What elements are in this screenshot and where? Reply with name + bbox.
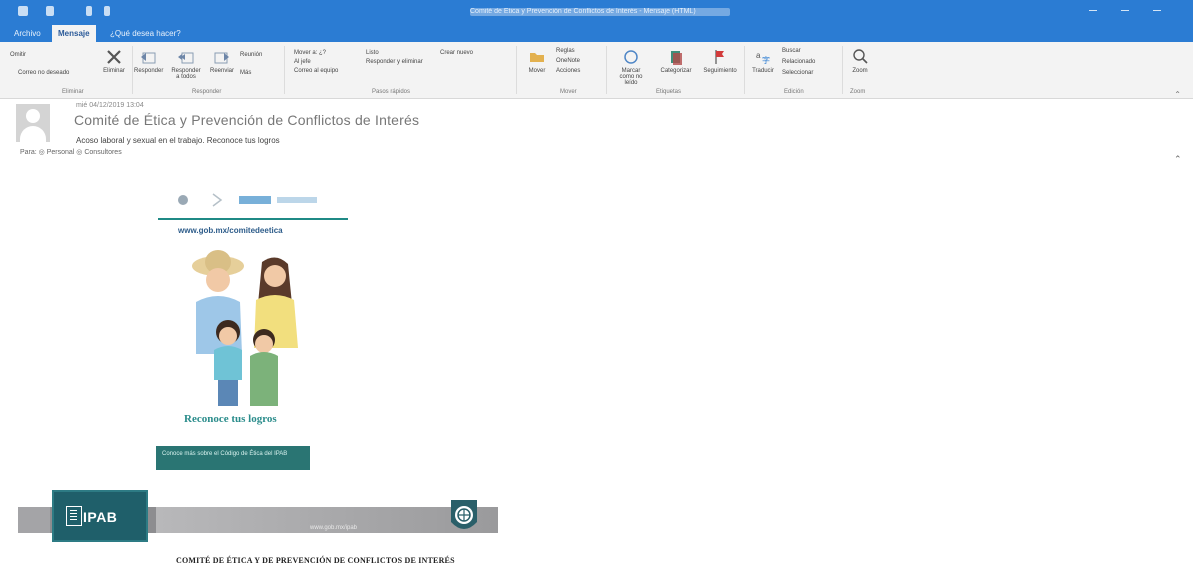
tab-message[interactable]: Mensaje (52, 25, 96, 42)
group-separator (606, 46, 607, 94)
message-date: mié 04/12/2019 13:04 (76, 102, 144, 109)
move-label: Mover (528, 68, 546, 74)
delete-button[interactable]: Eliminar (98, 48, 130, 74)
reply-icon (139, 48, 157, 66)
group-label-respond: Responder (192, 89, 222, 95)
more-commands-icon[interactable] (104, 6, 110, 16)
family-illustration (180, 244, 310, 410)
group-separator (842, 46, 843, 94)
categorize-button[interactable]: Categorizar (656, 48, 696, 74)
envelope-icon (622, 48, 640, 66)
forward-label: Reenviar (209, 68, 234, 74)
quick-step-4[interactable]: Listo (366, 50, 379, 57)
categorize-icon (667, 48, 685, 66)
quick-step-3[interactable]: Correo al equipo (294, 68, 338, 75)
group-separator (744, 46, 745, 94)
group-label-editing: Edición (784, 89, 804, 95)
quick-step-1[interactable]: Mover a: ¿? (294, 50, 326, 57)
quick-step-2[interactable]: Al jefe (294, 59, 311, 66)
meeting-button[interactable]: Reunión (240, 52, 262, 59)
ethics-shield-icon (447, 498, 481, 536)
group-separator (516, 46, 517, 94)
ipab-building-icon (66, 506, 82, 526)
group-separator (284, 46, 285, 94)
code-of-ethics-button[interactable]: Conoce más sobre el Código de Ética del … (156, 446, 310, 470)
junk-button[interactable]: Correo no deseado (18, 70, 69, 77)
window-title: Comité de Ética y Prevención de Conflict… (470, 8, 730, 16)
ribbon: Omitir Correo no deseado Eliminar Elimin… (0, 42, 1193, 99)
zoom-label: Zoom (852, 68, 868, 74)
rules-button[interactable]: Reglas (556, 48, 575, 55)
reply-label: Responder (134, 68, 164, 74)
onenote-button[interactable]: OneNote (556, 58, 580, 65)
quick-step-6[interactable]: Crear nuevo (440, 50, 473, 57)
tab-file[interactable]: Archivo (8, 25, 47, 42)
categorize-label: Categorizar (660, 68, 692, 74)
reply-all-button[interactable]: Responder a todos (170, 48, 202, 80)
ignore-button[interactable]: Omitir (10, 52, 26, 59)
slogan: Reconoce tus logros (184, 413, 277, 425)
group-separator (132, 46, 133, 94)
reply-all-label: Responder a todos (171, 68, 201, 80)
collapse-ribbon-icon[interactable]: ⌃ (1174, 90, 1181, 99)
ipab-logo-text: IPAB (83, 509, 118, 525)
close-button[interactable] (1150, 6, 1164, 14)
find-button[interactable]: Buscar (782, 48, 801, 55)
svg-text:a: a (756, 51, 761, 60)
delete-icon (105, 48, 123, 66)
flag-icon (711, 48, 729, 66)
reply-button[interactable]: Responder (134, 48, 164, 74)
committee-name: COMITÉ DE ÉTICA Y DE PREVENCIÓN DE CONFL… (176, 556, 455, 565)
quick-step-5[interactable]: Responder y eliminar (366, 59, 423, 66)
recipients[interactable]: Para: ◎ Personal ◎ Consultores (20, 148, 122, 156)
folder-icon (528, 48, 546, 66)
header-divider (158, 218, 348, 220)
translate-label: Traducir (752, 68, 774, 74)
reply-all-icon (177, 48, 195, 66)
group-label-zoom: Zoom (850, 89, 866, 95)
more-respond-button[interactable]: Más (240, 70, 251, 77)
mark-unread-button[interactable]: Marcar como no leído (614, 48, 648, 86)
forward-button[interactable]: Reenviar (208, 48, 236, 74)
group-label-move: Mover (560, 89, 577, 95)
follow-up-button[interactable]: Seguimiento (700, 48, 740, 74)
select-button[interactable]: Seleccionar (782, 70, 813, 77)
translate-button[interactable]: a字 Traducir (748, 48, 778, 74)
message-subject: Acoso laboral y sexual en el trabajo. Re… (76, 136, 280, 145)
zoom-icon (851, 48, 869, 66)
actions-button[interactable]: Acciones (556, 68, 580, 75)
move-button[interactable]: Mover (526, 48, 548, 74)
minimize-button[interactable] (1086, 6, 1100, 14)
svg-text:字: 字 (762, 55, 770, 65)
related-button[interactable]: Relacionado (782, 59, 815, 66)
avatar (16, 104, 50, 142)
forward-icon (213, 48, 231, 66)
tab-tell-me[interactable]: ¿Qué desea hacer? (104, 25, 187, 42)
undo-icon[interactable] (46, 6, 54, 16)
sender-name: Comité de Ética y Prevención de Conflict… (74, 112, 420, 128)
follow-up-label: Seguimiento (703, 68, 737, 74)
website-link[interactable]: www.gob.mx/comitedeetica (178, 226, 283, 235)
expand-header-icon[interactable]: ⌃ (1174, 154, 1182, 165)
delete-label: Eliminar (103, 68, 125, 74)
maximize-button[interactable] (1118, 6, 1132, 14)
group-label-tags: Etiquetas (656, 89, 682, 95)
footer-banner-left (18, 507, 50, 533)
mark-unread-label: Marcar como no leído (619, 68, 643, 86)
group-label-quick-steps: Pasos rápidos (372, 89, 411, 95)
footer-note: www.gob.mx/ipab (310, 525, 358, 531)
translate-icon: a字 (754, 48, 772, 66)
title-bar: Comité de Ética y Prevención de Conflict… (0, 0, 1193, 42)
redo-icon[interactable] (86, 6, 92, 16)
group-label-delete: Eliminar (62, 89, 84, 95)
partner-logos (175, 190, 365, 210)
zoom-button[interactable]: Zoom (848, 48, 872, 74)
save-icon[interactable] (18, 6, 28, 16)
